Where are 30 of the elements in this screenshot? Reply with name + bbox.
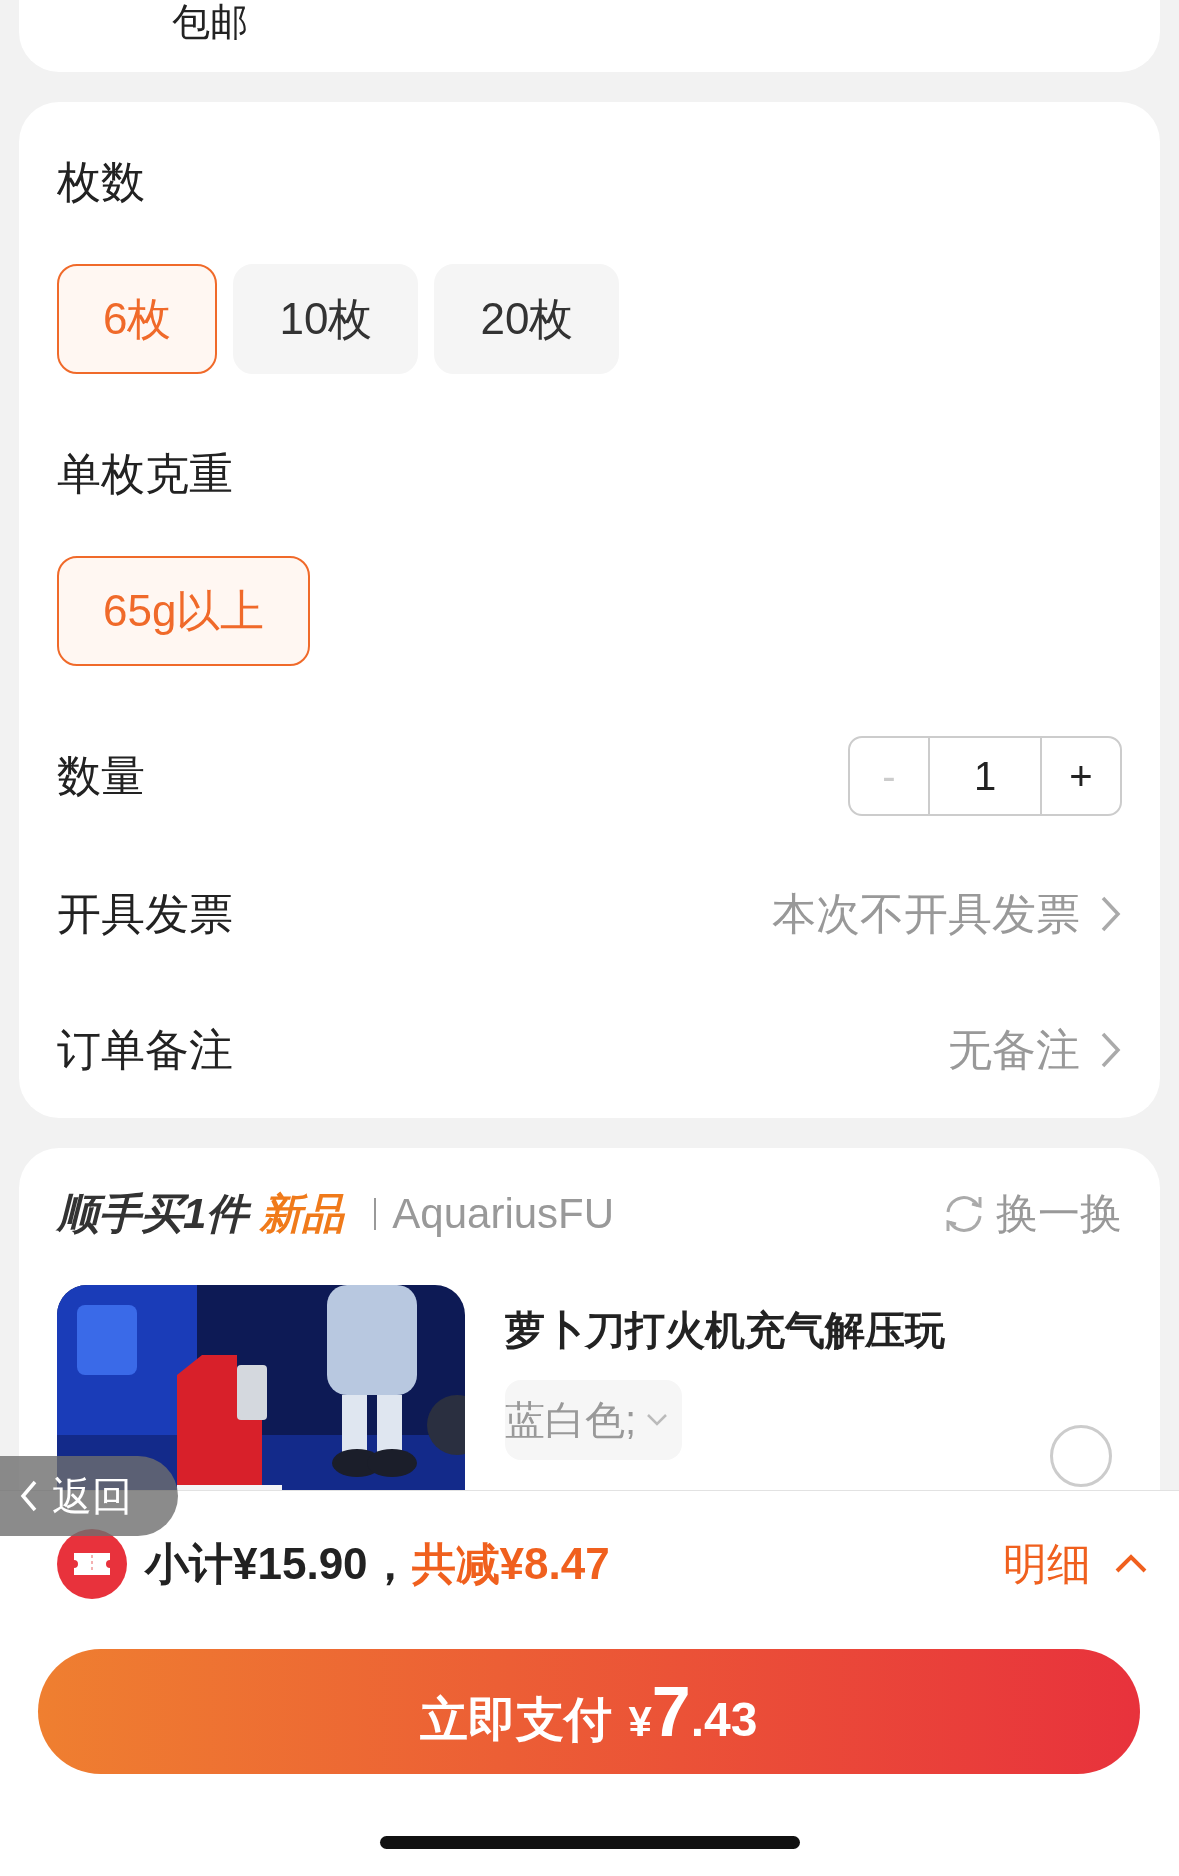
option-chip[interactable]: 65g以上 <box>57 556 311 666</box>
option-chip[interactable]: 10枚 <box>233 264 419 374</box>
caret-icon <box>646 1413 669 1427</box>
product-title[interactable]: 萝卜刀打火机充气解压玩 <box>505 1303 1122 1358</box>
option-chip[interactable]: 20枚 <box>434 264 620 374</box>
details-toggle[interactable]: 明细 <box>1003 1534 1149 1594</box>
quantity-value[interactable]: 1 <box>928 738 1042 814</box>
addon-title: 顺手买1件 新品 <box>57 1189 345 1239</box>
row-value[interactable]: 无备注 <box>948 1020 1080 1080</box>
spec-selector[interactable]: 蓝白色; <box>505 1380 683 1460</box>
option-group-title: 枚数 <box>57 156 146 208</box>
refresh-button[interactable]: 换一换 <box>940 1186 1122 1242</box>
discount-text: 共减¥8.47 <box>411 1537 611 1590</box>
option-group-title: 单枚克重 <box>57 448 234 500</box>
subtotal-text: 小计¥15.90， <box>145 1537 412 1590</box>
row-label: 开具发票 <box>57 887 234 940</box>
radio-button[interactable] <box>1050 1425 1112 1487</box>
quantity-label: 数量 <box>57 749 146 802</box>
shipping-text: 包邮 <box>172 0 248 44</box>
row-value[interactable]: 本次不开具发票 <box>772 884 1080 944</box>
plus-button[interactable]: + <box>1042 738 1120 814</box>
quantity-stepper[interactable]: - 1 + <box>848 736 1122 816</box>
back-button[interactable]: 返回 <box>0 1456 178 1536</box>
chevron-left-icon <box>20 1480 38 1512</box>
chevron-right-icon[interactable] <box>1100 1031 1122 1069</box>
option-chip[interactable]: 6枚 <box>57 264 218 374</box>
shop-name: AquariusFU <box>392 1190 616 1238</box>
row-label: 订单备注 <box>57 1023 234 1076</box>
chevron-right-icon[interactable] <box>1100 895 1122 933</box>
pay-button[interactable]: 立即支付 ¥7.43 <box>38 1649 1140 1774</box>
